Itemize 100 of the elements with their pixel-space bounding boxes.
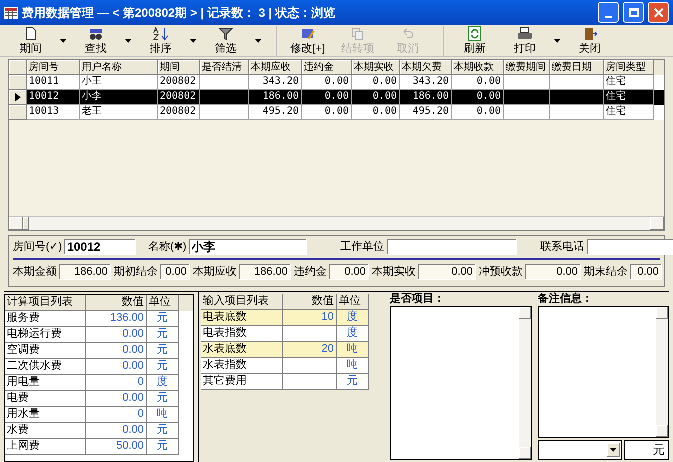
text-field[interactable]: 小李 — [188, 239, 307, 255]
column-header[interactable]: 房间类型 — [604, 60, 654, 75]
input-row[interactable]: 电表底数 10 度 — [201, 310, 369, 326]
text-field[interactable] — [386, 239, 517, 255]
table-cell: 元 — [147, 343, 179, 359]
table-cell: 元 — [147, 359, 179, 375]
table-cell: 0 — [86, 407, 147, 423]
dropdown-caret-icon[interactable] — [255, 38, 262, 42]
table-cell: 吨 — [147, 407, 179, 423]
table-cell: 元 — [147, 423, 179, 439]
field-label: 房间号(✓) — [13, 240, 62, 255]
text-field[interactable] — [586, 239, 673, 255]
table-cell: 495.20 — [400, 105, 452, 120]
table-cell: 二次供水费 — [5, 359, 86, 375]
column-header[interactable]: 违约金 — [302, 60, 352, 75]
amount-field[interactable]: 186.00 — [239, 264, 291, 280]
table-cell: 住宅 — [604, 105, 654, 120]
toolbar-button[interactable]: 打印 — [502, 26, 548, 56]
column-header[interactable]: 本期欠费 — [400, 60, 452, 75]
table-row[interactable]: 10012 小李 200802 186.00 0.00 0.00 186.00 0.00 住宅 — [9, 90, 664, 105]
dropdown-caret-icon — [610, 448, 617, 452]
list-box[interactable] — [390, 306, 532, 460]
field-label: 名称(✱) — [148, 240, 187, 255]
column-header[interactable]: 缴费期间 — [504, 60, 550, 75]
table-cell: 0 — [86, 375, 147, 391]
table-cell: 50.00 — [86, 439, 147, 455]
minimize-button[interactable] — [598, 2, 619, 23]
column-header[interactable]: 缴费日期 — [550, 60, 604, 75]
copy-icon — [350, 26, 366, 42]
column-header[interactable]: 本期实收 — [352, 60, 400, 75]
table-cell: 0.00 — [86, 423, 147, 439]
dropdown-caret-icon[interactable] — [190, 38, 197, 42]
amount-field[interactable]: 0.00 — [630, 264, 662, 280]
amount-field[interactable]: 0.00 — [329, 264, 369, 280]
column-header[interactable]: 是否结清 — [200, 60, 249, 75]
table-cell: 元 — [337, 374, 369, 390]
table-cell: 136.00 — [86, 311, 147, 327]
close-icon — [654, 8, 664, 18]
table-cell: 495.20 — [249, 105, 302, 120]
amount-field[interactable]: 元 — [624, 440, 669, 460]
dropdown-caret-icon[interactable] — [60, 38, 67, 42]
amount-field[interactable]: 186.00 — [59, 264, 111, 280]
maximize-button[interactable] — [623, 2, 644, 23]
column-header[interactable]: 本期应收 — [249, 60, 302, 75]
vertical-scrollbar[interactable] — [519, 307, 531, 459]
header-corner — [9, 60, 27, 75]
table-cell: 0.00 — [86, 359, 147, 375]
toolbar-button[interactable]: 关闭 — [567, 26, 613, 56]
refresh-icon — [467, 26, 483, 42]
toolbar-button[interactable]: 期间 — [8, 26, 54, 56]
table-cell — [283, 374, 337, 390]
input-row[interactable]: 水表指数 吨 — [201, 358, 369, 374]
amount-field[interactable]: 0.00 — [418, 264, 476, 280]
table-row[interactable]: 10013 老王 200802 495.20 0.00 0.00 495.20 0.00 住宅 — [9, 105, 664, 120]
toolbar-button[interactable]: 查找 — [73, 26, 119, 56]
table-cell: 0.00 — [352, 105, 400, 120]
table-cell: 电梯运行费 — [5, 327, 86, 343]
table-cell: 服务费 — [5, 311, 86, 327]
window-title: 费用数据管理 — < 第200802期 > | 记录数： 3 | 状态：浏览 — [22, 4, 336, 22]
table-cell: 空调费 — [5, 343, 86, 359]
table-row[interactable]: 10011 小王 200802 343.20 0.00 0.00 343.20 0.00 住宅 — [9, 75, 664, 90]
amount-label: 冲预收款 — [479, 264, 523, 280]
table-cell: 元 — [147, 391, 179, 407]
input-row[interactable]: 其它费用 元 — [201, 374, 369, 390]
table-cell: 老王 — [80, 105, 158, 120]
toolbar-button[interactable]: 排序 — [138, 26, 184, 56]
table-cell: 元 — [147, 311, 179, 327]
table-cell: 用水量 — [5, 407, 86, 423]
amount-label: 本期应收 — [193, 264, 237, 280]
input-row[interactable]: 电表指数 度 — [201, 326, 369, 342]
amount-field[interactable]: 0.00 — [525, 264, 581, 280]
notes-area[interactable] — [538, 306, 669, 438]
dropdown-caret-icon[interactable] — [125, 38, 132, 42]
table-cell: 上网费 — [5, 439, 86, 455]
column-header[interactable]: 本期收款 — [452, 60, 504, 75]
toolbar-button[interactable]: 修改[+] — [285, 26, 331, 56]
table-cell: 用电量 — [5, 375, 86, 391]
table-cell — [504, 105, 550, 120]
text-field[interactable]: 10012 — [64, 239, 136, 255]
toolbar-button[interactable]: 刷新 — [452, 26, 498, 56]
table-cell: 0.00 — [452, 105, 504, 120]
table-cell: 其它费用 — [201, 374, 283, 390]
vertical-scrollbar[interactable] — [656, 307, 668, 437]
amount-label: 本期实收 — [372, 264, 416, 280]
table-cell: 0.00 — [86, 327, 147, 343]
column-header[interactable]: 用户名称 — [80, 60, 158, 75]
input-row[interactable]: 水表底数 20 吨 — [201, 342, 369, 358]
column-header[interactable]: 期间 — [158, 60, 200, 75]
amount-field[interactable]: 0.00 — [160, 264, 190, 280]
close-button[interactable] — [648, 2, 669, 23]
table-cell — [200, 105, 249, 120]
dropdown-field[interactable] — [538, 440, 622, 460]
horizontal-scrollbar[interactable] — [9, 216, 664, 230]
table-cell: 0.00 — [86, 391, 147, 407]
dropdown-caret-icon[interactable] — [554, 38, 561, 42]
table-cell: 0.00 — [302, 105, 352, 120]
toolbar-button[interactable]: 筛选 — [203, 26, 249, 56]
column-header[interactable]: 房间号 — [27, 60, 80, 75]
field-label: 联系电话 — [540, 240, 585, 255]
currency-unit: 元 — [653, 442, 665, 459]
